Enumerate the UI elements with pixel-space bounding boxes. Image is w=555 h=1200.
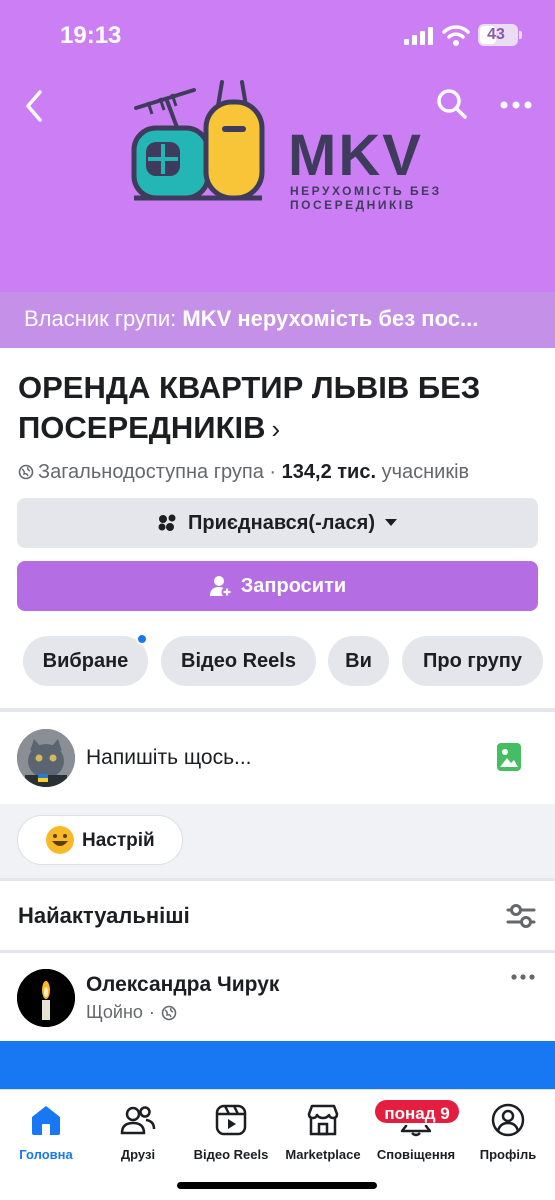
group-owner-text[interactable]: Власник групи: MKV нерухомість без пос..… (24, 306, 534, 332)
tab-home[interactable]: Головна (0, 1100, 92, 1170)
home-icon (32, 1106, 60, 1135)
globe-icon (161, 1005, 177, 1020)
tab-reels[interactable]: Відео Reels (185, 1100, 277, 1170)
post-meta: Щойно · (86, 1002, 177, 1023)
photo-icon[interactable] (496, 742, 522, 772)
avatar[interactable] (17, 729, 75, 787)
post-content-banner[interactable] (0, 1041, 555, 1089)
post-author-avatar[interactable] (17, 969, 75, 1027)
tab-label: Профіль (479, 1147, 537, 1162)
profile-icon (491, 1103, 525, 1137)
status-time: 19:13 (60, 22, 122, 49)
section-divider (0, 878, 555, 881)
candle-icon (17, 969, 75, 1027)
chevron-right-icon[interactable]: › (272, 409, 281, 449)
tab-label: Marketplace (285, 1147, 361, 1162)
feed-sort-title[interactable]: Найактуальніші (18, 903, 190, 929)
more-options-icon[interactable] (496, 90, 536, 120)
globe-icon (18, 464, 34, 480)
battery-tip (519, 31, 522, 39)
tab-marketplace[interactable]: Marketplace (277, 1100, 369, 1170)
tab-label: Друзі (120, 1147, 156, 1162)
joined-button[interactable]: Приєднався(-лася) (17, 498, 538, 548)
logo-title: MKV (288, 123, 423, 188)
chip-label: Відео Reels (181, 649, 296, 672)
caret-down-icon (385, 519, 398, 526)
mood-button[interactable]: Настрій (17, 815, 183, 865)
mkv-logo-icon (131, 80, 265, 201)
composer-placeholder[interactable]: Напишіть щось... (86, 746, 252, 770)
member-count[interactable]: 134,2 тис. (282, 461, 376, 483)
chip-label: Про групу (423, 649, 522, 672)
battery-percent: 43 (487, 26, 505, 43)
wifi-icon (442, 25, 470, 46)
chip-reels[interactable]: Відео Reels (161, 636, 316, 686)
chip-about[interactable]: Про групу (402, 636, 543, 686)
group-meta: Загальнодоступна група · 134,2 тис. учас… (18, 461, 469, 484)
post-author-name[interactable]: Олександра Чирук (86, 973, 279, 997)
owner-prefix: Власник групи: (24, 306, 183, 331)
battery-indicator: 43 (478, 24, 518, 46)
add-person-icon (209, 576, 233, 598)
notification-badge: понад 9 (373, 1098, 461, 1125)
search-icon[interactable] (434, 86, 470, 122)
section-divider (0, 950, 555, 953)
back-arrow-icon[interactable] (20, 86, 50, 126)
invite-label: Запросити (240, 574, 347, 597)
cellular-signal-icon (404, 27, 433, 45)
group-privacy: Загальнодоступна група · (38, 461, 282, 483)
meta-separator: · (148, 1002, 155, 1022)
post-more-icon[interactable] (510, 972, 536, 982)
logo-tagline-line-2: ПОСЕРЕДНИКІВ (290, 198, 416, 212)
chip-featured[interactable]: Вибране (23, 636, 148, 686)
invite-button[interactable]: Запросити (17, 561, 538, 611)
mood-label: Настрій (82, 830, 155, 851)
marketplace-icon (307, 1104, 339, 1136)
friends-icon (120, 1106, 156, 1135)
tab-label: Сповіщення (376, 1147, 456, 1162)
logo-tagline-line-1: НЕРУХОМІСТЬ БЕЗ (290, 184, 442, 198)
chip-label: Вибране (42, 649, 129, 672)
cat-avatar-icon (17, 729, 75, 787)
joined-label: Приєднався(-лася) (187, 511, 376, 534)
status-bar: 19:13 43 (0, 0, 555, 70)
owner-name[interactable]: MKV нерухомість без пос... (182, 306, 478, 331)
chip-label: Ви (345, 649, 372, 672)
chip-you[interactable]: Ви (328, 636, 389, 686)
group-members-icon (158, 514, 176, 531)
post-timestamp[interactable]: Щойно (86, 1002, 143, 1023)
tab-profile[interactable]: Профіль (462, 1100, 554, 1170)
group-title[interactable]: ОРЕНДА КВАРТИР ЛЬВІВ БЕЗ ПОСЕРЕДНИКІВ › (18, 368, 538, 449)
tab-friends[interactable]: Друзі (92, 1100, 184, 1170)
tab-label: Головна (19, 1147, 73, 1162)
home-indicator (177, 1182, 377, 1189)
post-composer[interactable] (0, 712, 555, 804)
filter-settings-icon[interactable] (506, 902, 536, 930)
smiley-icon (46, 826, 74, 854)
new-indicator-dot (136, 633, 148, 645)
reels-icon (215, 1104, 247, 1136)
member-label: учасників (376, 461, 470, 483)
group-title-text[interactable]: ОРЕНДА КВАРТИР ЛЬВІВ БЕЗ ПОСЕРЕДНИКІВ (18, 370, 480, 445)
tab-label: Відео Reels (193, 1147, 269, 1162)
